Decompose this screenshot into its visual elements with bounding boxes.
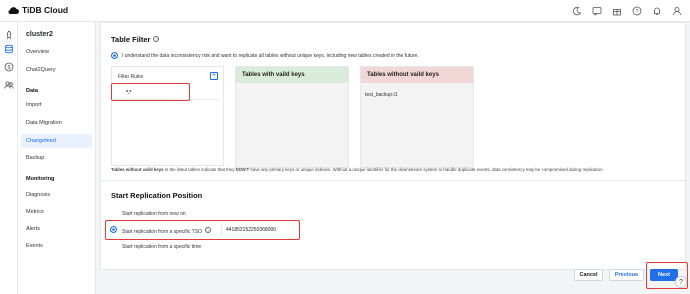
sidebar-heading-data: Data xyxy=(26,88,38,94)
invalid-table-item: test_backup.t1 xyxy=(365,92,398,98)
app-name: TiDB Cloud xyxy=(22,5,69,15)
svg-text:?: ? xyxy=(635,9,638,15)
sidebar: cluster2 Overview Chat2Query Data Import… xyxy=(18,22,96,294)
section-divider xyxy=(101,180,687,181)
option-time-label[interactable]: Start replication from a specific time xyxy=(122,244,201,250)
option-now-label[interactable]: Start replication from now on xyxy=(122,211,186,217)
rocket-icon[interactable] xyxy=(4,30,14,40)
filter-rules-box: Filter Rules + *.* xyxy=(111,66,224,166)
moon-icon[interactable] xyxy=(572,6,582,16)
sidebar-item-changefeed[interactable]: Changefeed xyxy=(21,134,92,148)
bell-icon[interactable] xyxy=(652,6,662,16)
cluster-name[interactable]: cluster2 xyxy=(26,31,53,38)
sidebar-item-metrics[interactable]: Metrics xyxy=(26,209,44,215)
sidebar-item-overview[interactable]: Overview xyxy=(26,49,49,55)
note-dont: DON'T xyxy=(235,167,250,172)
chat-icon[interactable] xyxy=(592,6,602,16)
valid-tables-box: Tables with vaild keys xyxy=(235,66,349,168)
dollar-icon[interactable]: $ xyxy=(4,62,14,72)
sidebar-item-backup[interactable]: Backup xyxy=(26,155,44,161)
users-icon[interactable] xyxy=(4,80,14,90)
cloud-logo-icon xyxy=(8,6,19,14)
database-icon[interactable] xyxy=(4,44,14,54)
consent-text: I understand the data inconsistency risk… xyxy=(122,53,419,59)
sidebar-item-alerts[interactable]: Alerts xyxy=(26,226,40,232)
icon-rail: $ xyxy=(0,22,18,294)
info-icon[interactable]: ? xyxy=(153,36,160,42)
previous-button[interactable]: Previous xyxy=(609,269,644,281)
invalid-keys-note: Tables without valid keys in the listed … xyxy=(111,167,603,172)
help-float-button[interactable]: ? xyxy=(675,276,687,288)
note-rest: have any primary keys or unique indexes.… xyxy=(249,167,603,172)
sidebar-item-chat2query[interactable]: Chat2Query xyxy=(26,67,56,73)
start-position-title: Start Replication Position xyxy=(111,191,203,200)
gift-icon[interactable] xyxy=(612,6,622,16)
sidebar-item-diagnosis[interactable]: Diagnosis xyxy=(26,192,50,198)
top-icons: ? xyxy=(572,6,682,16)
valid-tables-header: Tables with vaild keys xyxy=(236,67,348,83)
user-icon[interactable] xyxy=(672,6,682,16)
help-icon[interactable]: ? xyxy=(632,6,642,16)
top-bar: TiDB Cloud ? xyxy=(0,0,690,22)
highlight-tso-box xyxy=(105,220,300,240)
invalid-tables-box: Tables without vaild keys test_backup.t1 xyxy=(360,66,474,168)
logo[interactable]: TiDB Cloud xyxy=(8,5,68,15)
filter-rules-label: Filter Rules xyxy=(118,74,144,80)
sidebar-item-data-migration[interactable]: Data Migration xyxy=(26,120,62,126)
add-rule-button[interactable]: + xyxy=(210,72,218,80)
highlight-rule-box xyxy=(111,83,190,101)
svg-text:$: $ xyxy=(7,65,10,71)
sidebar-item-events[interactable]: Events xyxy=(26,243,43,249)
note-mid: in the listed tables indicate that they xyxy=(163,167,236,172)
consent-radio[interactable] xyxy=(111,52,118,59)
sidebar-item-import[interactable]: Import xyxy=(26,102,42,108)
note-bold: Tables without valid keys xyxy=(111,167,164,172)
changefeed-panel: Table Filter? I understand the data inco… xyxy=(100,22,687,270)
sidebar-heading-monitoring: Monitoring xyxy=(26,176,55,182)
cancel-button[interactable]: Cancel xyxy=(574,269,603,281)
invalid-tables-header: Tables without vaild keys xyxy=(361,67,473,83)
table-filter-title-text: Table Filter xyxy=(111,35,151,44)
table-filter-title: Table Filter? xyxy=(111,35,160,44)
